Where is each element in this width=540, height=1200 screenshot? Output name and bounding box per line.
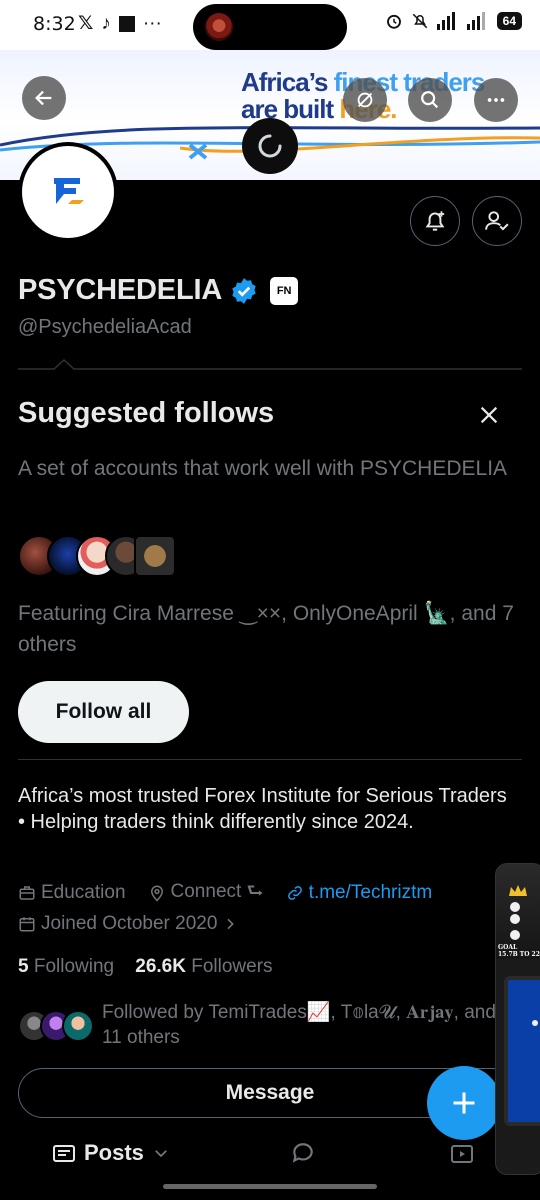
suggested-avatars[interactable]: [18, 535, 176, 577]
notifications-button[interactable]: [410, 196, 460, 246]
more-horizontal-icon: [487, 98, 505, 102]
profile-avatar[interactable]: [18, 142, 118, 242]
now-playing-icon: [205, 13, 233, 41]
profile-meta-row: Education Connect ⮑ t.me/Techriztm: [18, 877, 432, 909]
following-link[interactable]: 5 Following: [18, 956, 114, 977]
section-divider: [18, 358, 522, 370]
close-icon: [480, 406, 498, 424]
compose-post-button[interactable]: [427, 1066, 501, 1140]
dismiss-suggestions-button[interactable]: [470, 396, 508, 434]
search-icon: [421, 91, 439, 109]
section-divider: [18, 759, 522, 760]
following-status-button[interactable]: [472, 196, 522, 246]
suggested-follows-description: A set of accounts that work well with PS…: [18, 457, 508, 480]
cue-ball-icon: [532, 1020, 538, 1026]
grok-icon: [357, 92, 373, 108]
user-check-icon: [485, 211, 509, 231]
pool-table-graphic: [504, 976, 540, 1126]
suggested-follows-title: Suggested follows: [18, 397, 275, 429]
system-icons: 64: [385, 12, 522, 30]
chevron-down-icon: [155, 1150, 167, 1158]
search-button[interactable]: [408, 78, 452, 122]
floating-game-window[interactable]: GOAL 15.7B TO 22: [495, 863, 540, 1175]
followed-by-avatars[interactable]: [18, 1010, 94, 1042]
alarm-icon: [386, 14, 401, 29]
game-ball-icon: [510, 930, 520, 940]
signal-icon: [436, 12, 455, 30]
follow-all-button[interactable]: Follow all: [18, 681, 189, 743]
notification-icons: 𝕏 ♪ ···: [78, 12, 162, 35]
profile-location: Connect ⮑: [148, 877, 264, 909]
calendar-icon: [19, 917, 35, 932]
briefcase-icon: [19, 886, 35, 900]
profile-bio: Africa’s most trusted Forex Institute fo…: [18, 785, 507, 833]
spinner-icon: [258, 134, 282, 158]
game-ball-icon: [510, 902, 520, 912]
speech-bubble-icon: [292, 1143, 313, 1163]
tab-media[interactable]: [450, 1142, 474, 1171]
x-logo-icon: 𝕏: [78, 13, 94, 34]
signal-4g-icon: [466, 12, 485, 30]
suggested-avatar[interactable]: [134, 535, 176, 577]
tiktok-icon: ♪: [101, 12, 111, 34]
verified-badge-icon[interactable]: [230, 277, 258, 305]
mutual-avatar[interactable]: [62, 1010, 94, 1042]
followed-by-text[interactable]: Followed by TemiTrades📈, T𝕠la𝓤, 𝐀𝐫𝐣𝐚𝐲, a…: [102, 1000, 497, 1050]
tab-posts[interactable]: Posts: [52, 1140, 170, 1166]
status-time: 8:32: [33, 13, 76, 35]
profile-link[interactable]: t.me/Techriztm: [286, 882, 432, 904]
profile-joined[interactable]: Joined October 2020: [18, 913, 238, 935]
display-name-text: PSYCHEDELIA: [18, 274, 223, 306]
posts-feed-icon: [53, 1145, 75, 1162]
profile-handle: @PsychedeliaAcad: [18, 316, 192, 338]
tab-replies[interactable]: [290, 1140, 316, 1171]
status-bar: 8:32 𝕏 ♪ ··· 64: [0, 0, 540, 50]
back-button[interactable]: [22, 76, 66, 120]
video-play-icon: [451, 1145, 473, 1163]
grok-button[interactable]: [343, 78, 387, 122]
profile-joined-row[interactable]: Joined October 2020: [18, 913, 238, 935]
profile-category: Education: [18, 882, 126, 904]
game-goal-label: GOAL 15.7B TO 22: [498, 944, 540, 958]
display-name: PSYCHEDELIA FN: [18, 274, 299, 307]
more-options-button[interactable]: [474, 78, 518, 122]
square-icon: [118, 15, 135, 32]
affiliate-badge[interactable]: FN: [270, 276, 299, 305]
plus-icon: [453, 1092, 475, 1114]
more-dots-icon: ···: [142, 12, 162, 34]
game-ball-icon: [510, 914, 520, 924]
mute-icon: [412, 13, 427, 29]
crown-icon: [509, 885, 527, 896]
arrow-left-icon: [35, 90, 52, 106]
link-icon: [287, 886, 302, 900]
psychedelia-logo-icon: [54, 178, 84, 204]
followers-link[interactable]: 26.6K Followers: [135, 956, 272, 977]
gesture-navigation-bar[interactable]: [163, 1184, 377, 1189]
follow-stats: 5 Following 26.6K Followers: [18, 956, 273, 978]
location-pin-icon: [150, 885, 163, 902]
chevron-right-icon: [227, 918, 235, 930]
battery-level: 64: [496, 12, 522, 30]
suggested-featuring-text: Featuring Cira Marrese ‿××, OnlyOneApril…: [18, 602, 514, 656]
camera-pill: [193, 4, 347, 50]
bell-plus-icon: [425, 211, 445, 231]
loading-spinner: [242, 118, 298, 174]
